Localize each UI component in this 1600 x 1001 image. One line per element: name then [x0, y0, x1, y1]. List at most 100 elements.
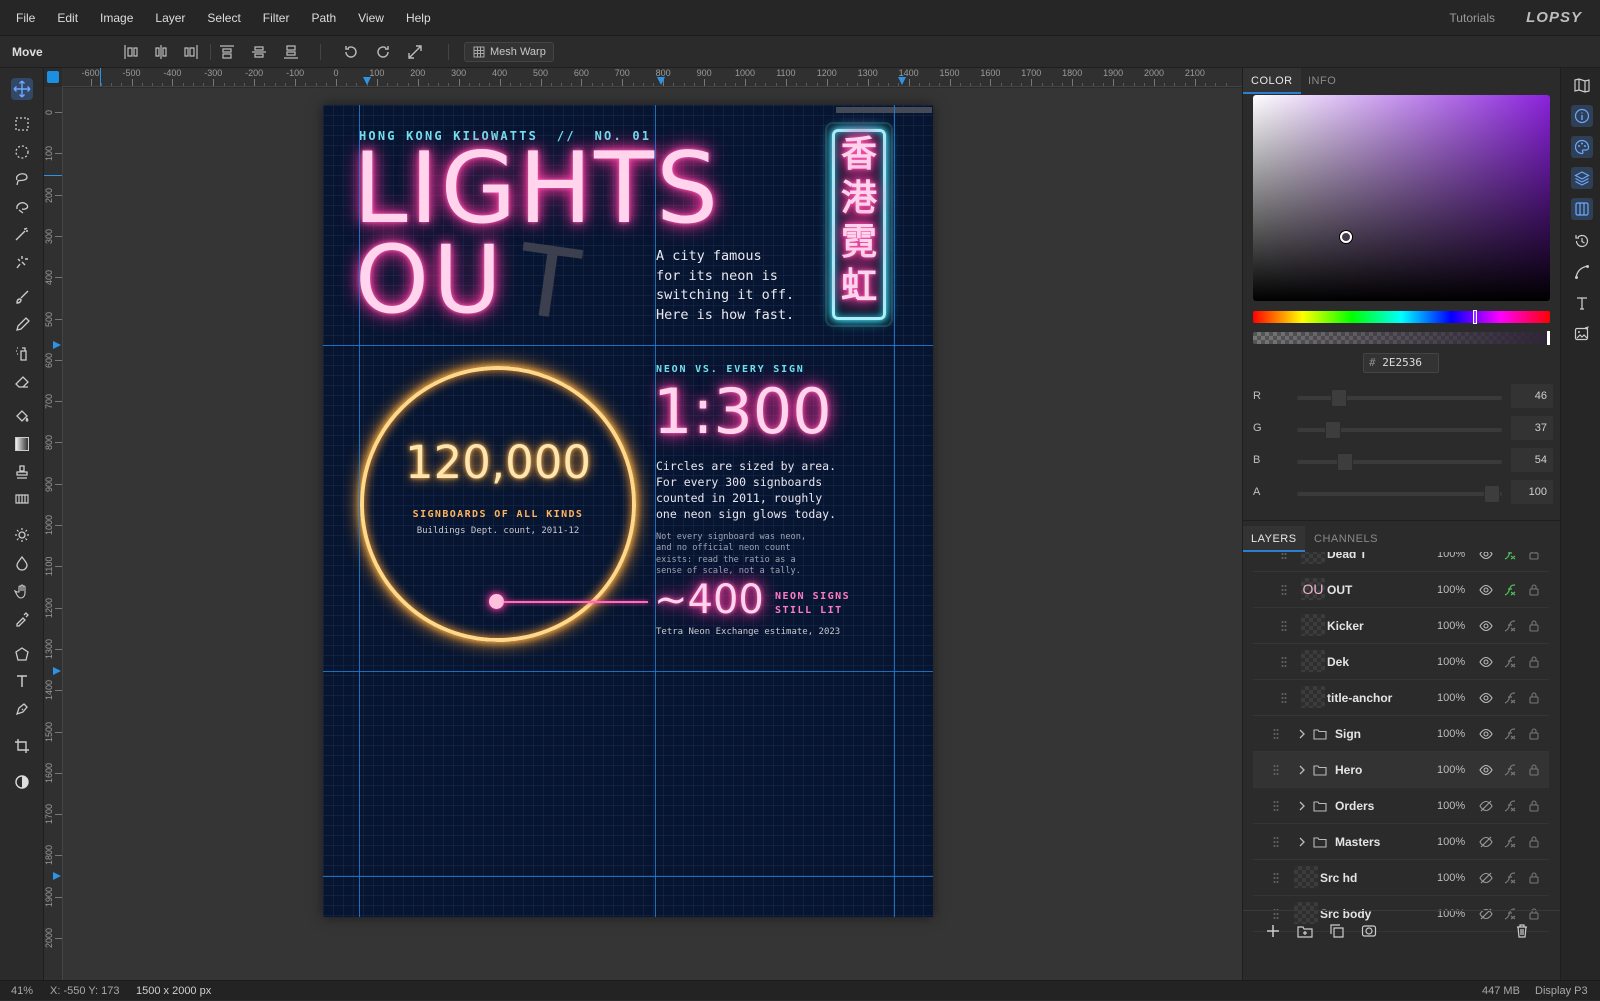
zoom-level[interactable]: 41%	[11, 981, 33, 1001]
magic-wand-tool[interactable]	[11, 223, 33, 245]
slider-knob[interactable]	[1325, 421, 1341, 439]
lock-icon[interactable]	[1527, 619, 1541, 633]
burn-tool[interactable]	[11, 552, 33, 574]
layer-opacity[interactable]: 100%	[1437, 644, 1465, 680]
menu-filter[interactable]: Filter	[252, 0, 301, 36]
layer-name[interactable]: Dead T	[1327, 552, 1367, 572]
layer-name[interactable]: Orders	[1335, 788, 1374, 824]
lasso-tool[interactable]	[11, 168, 33, 190]
rect-select-tool[interactable]	[11, 113, 33, 135]
color-button[interactable]	[1571, 136, 1593, 158]
menu-image[interactable]: Image	[89, 0, 144, 36]
effects-icon[interactable]	[1503, 763, 1517, 777]
image-adjust-button[interactable]	[1571, 323, 1593, 345]
menu-help[interactable]: Help	[395, 0, 442, 36]
layer-row-sign[interactable]: Sign 100%	[1253, 716, 1549, 752]
lock-icon[interactable]	[1527, 727, 1541, 741]
channel-r-value[interactable]: 46	[1511, 384, 1553, 408]
slider-knob[interactable]	[1484, 485, 1500, 503]
expand-icon[interactable]	[406, 43, 424, 61]
layer-opacity[interactable]: 100%	[1437, 896, 1465, 932]
eye-icon[interactable]	[1479, 727, 1493, 741]
effects-icon[interactable]	[1503, 655, 1517, 669]
menu-edit[interactable]: Edit	[46, 0, 89, 36]
layers-list[interactable]: Dead T 100% OU OUT 100% Kicker 100% Dek 100% titl…	[1243, 552, 1561, 982]
chevron-right-icon[interactable]	[1297, 729, 1307, 739]
horizontal-ruler[interactable]: -600 -500 -400 -300 -200 -100 0 100 200 300 400 500…	[62, 68, 1242, 87]
poster-canvas[interactable]: HONG KONG KILOWATTS // NO. 01 LIGHTS OU …	[323, 105, 933, 917]
drag-handle-icon[interactable]	[1273, 836, 1279, 848]
guide-horizontal[interactable]	[323, 671, 933, 672]
channel-g-slider[interactable]	[1297, 421, 1502, 439]
channel-a-slider[interactable]	[1297, 485, 1502, 503]
menu-path[interactable]: Path	[300, 0, 347, 36]
layer-row-title-anchor[interactable]: title-anchor 100%	[1253, 680, 1549, 716]
channel-r-slider[interactable]	[1297, 389, 1502, 407]
menu-file[interactable]: File	[0, 0, 46, 36]
menu-view[interactable]: View	[347, 0, 395, 36]
navigator-button[interactable]	[1571, 74, 1593, 96]
channels-button[interactable]	[1571, 198, 1593, 220]
alpha-slider[interactable]	[1253, 331, 1550, 345]
guide-vertical[interactable]	[359, 105, 360, 917]
layer-row-dead-t[interactable]: Dead T 100%	[1253, 552, 1549, 572]
chevron-right-icon[interactable]	[1297, 837, 1307, 847]
channel-b-value[interactable]: 54	[1511, 448, 1553, 472]
effects-icon[interactable]	[1503, 619, 1517, 633]
guide-vertical[interactable]	[655, 105, 656, 917]
align-right-icon[interactable]	[182, 43, 200, 61]
effects-icon[interactable]	[1503, 799, 1517, 813]
layer-row-masters[interactable]: Masters 100%	[1253, 824, 1549, 860]
layer-row-src-hd[interactable]: Src hd 100%	[1253, 860, 1549, 896]
layer-opacity[interactable]: 100%	[1437, 824, 1465, 860]
lock-icon[interactable]	[1527, 871, 1541, 885]
eye-off-icon[interactable]	[1479, 799, 1493, 813]
slider-knob[interactable]	[1331, 389, 1347, 407]
info-button[interactable]	[1571, 105, 1593, 127]
eye-icon[interactable]	[1479, 655, 1493, 669]
layer-name[interactable]: OUT	[1327, 572, 1352, 608]
layer-opacity[interactable]: 100%	[1437, 572, 1465, 608]
channel-g-value[interactable]: 37	[1511, 416, 1553, 440]
eye-icon[interactable]	[1479, 691, 1493, 705]
duplicate-layer-icon[interactable]	[1329, 923, 1345, 939]
ruler-origin-swatch[interactable]	[47, 71, 59, 83]
character-button[interactable]	[1571, 292, 1593, 314]
layer-row-out[interactable]: OU OUT 100%	[1253, 572, 1549, 608]
stamp-tool[interactable]	[11, 461, 33, 483]
drag-handle-icon[interactable]	[1273, 872, 1279, 884]
drag-handle-icon[interactable]	[1273, 728, 1279, 740]
align-center-h-icon[interactable]	[152, 43, 170, 61]
effects-icon[interactable]	[1503, 835, 1517, 849]
layer-row-orders[interactable]: Orders 100%	[1253, 788, 1549, 824]
layer-row-dek[interactable]: Dek 100%	[1253, 644, 1549, 680]
layer-opacity[interactable]: 100%	[1437, 608, 1465, 644]
lock-icon[interactable]	[1527, 835, 1541, 849]
alpha-handle[interactable]	[1547, 331, 1550, 345]
layer-mask-icon[interactable]	[1361, 923, 1377, 939]
tab-channels[interactable]: CHANNELS	[1306, 526, 1386, 552]
chevron-right-icon[interactable]	[1297, 801, 1307, 811]
align-left-icon[interactable]	[122, 43, 140, 61]
guide-horizontal[interactable]	[323, 876, 933, 877]
gradient-tool[interactable]	[11, 433, 33, 455]
effects-icon[interactable]	[1503, 691, 1517, 705]
layer-opacity[interactable]: 100%	[1437, 716, 1465, 752]
dodge-tool[interactable]	[11, 524, 33, 546]
layer-opacity[interactable]: 100%	[1437, 788, 1465, 824]
effects-icon[interactable]	[1503, 552, 1517, 561]
lock-icon[interactable]	[1527, 799, 1541, 813]
drag-handle-icon[interactable]	[1281, 656, 1287, 668]
lock-icon[interactable]	[1527, 655, 1541, 669]
shape-tool[interactable]	[11, 643, 33, 665]
layer-opacity[interactable]: 100%	[1437, 860, 1465, 896]
brush-tool[interactable]	[11, 286, 33, 308]
layer-opacity[interactable]: 100%	[1437, 752, 1465, 788]
hue-slider[interactable]	[1253, 310, 1550, 324]
menu-layer[interactable]: Layer	[144, 0, 196, 36]
eye-off-icon[interactable]	[1479, 871, 1493, 885]
eye-icon[interactable]	[1479, 763, 1493, 777]
tab-info[interactable]: INFO	[1300, 68, 1344, 94]
contrast-toggle[interactable]	[11, 771, 33, 793]
rotate-cw-icon[interactable]	[374, 43, 392, 61]
